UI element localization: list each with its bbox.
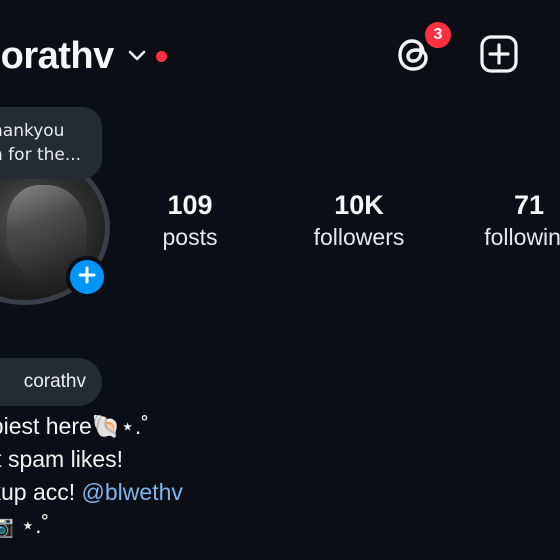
followers-label: followers xyxy=(313,224,405,250)
username: corathv xyxy=(0,34,114,77)
notification-badge: 3 xyxy=(422,19,454,51)
posts-label: posts xyxy=(162,224,218,250)
plus-icon xyxy=(77,265,97,289)
mention-link[interactable]: @blwethv xyxy=(82,479,183,505)
note-bubble[interactable]: hankyou n for the... xyxy=(0,107,102,179)
threads-handle: corathv xyxy=(23,371,86,392)
create-button[interactable] xyxy=(478,35,520,77)
following-count: 71 xyxy=(513,190,545,220)
followers-stat[interactable]: 10K followers xyxy=(298,188,420,252)
bio-line: ppiest here🐚⋆.˚ xyxy=(0,413,149,439)
username-switcher[interactable]: corathv xyxy=(0,30,167,82)
note-text-line: n for the... xyxy=(0,145,82,165)
add-story-button[interactable] xyxy=(66,256,108,298)
plus-square-icon xyxy=(479,34,519,78)
bio-text: ckup acc! xyxy=(0,479,76,505)
bio-line: ˚📷 ⋆.˚ xyxy=(0,512,50,538)
chevron-down-icon xyxy=(128,47,146,65)
posts-count: 109 xyxy=(167,190,213,220)
profile-screen: corathv 3 hankyou n for the.. xyxy=(0,0,560,560)
bio-line: ckup acc! @blwethv xyxy=(0,476,183,509)
unread-dot xyxy=(155,50,167,62)
bio: ppiest here🐚⋆.˚ n't spam likes! ckup acc… xyxy=(0,410,183,542)
following-label: following xyxy=(484,224,560,250)
note-text-line: hankyou xyxy=(0,121,65,141)
threads-profile-link[interactable]: corathv xyxy=(0,358,102,406)
followers-count: 10K xyxy=(334,190,384,220)
posts-stat[interactable]: 109 posts xyxy=(140,188,240,252)
bio-line: n't spam likes! xyxy=(0,446,123,472)
following-stat[interactable]: 71 following xyxy=(474,188,560,252)
